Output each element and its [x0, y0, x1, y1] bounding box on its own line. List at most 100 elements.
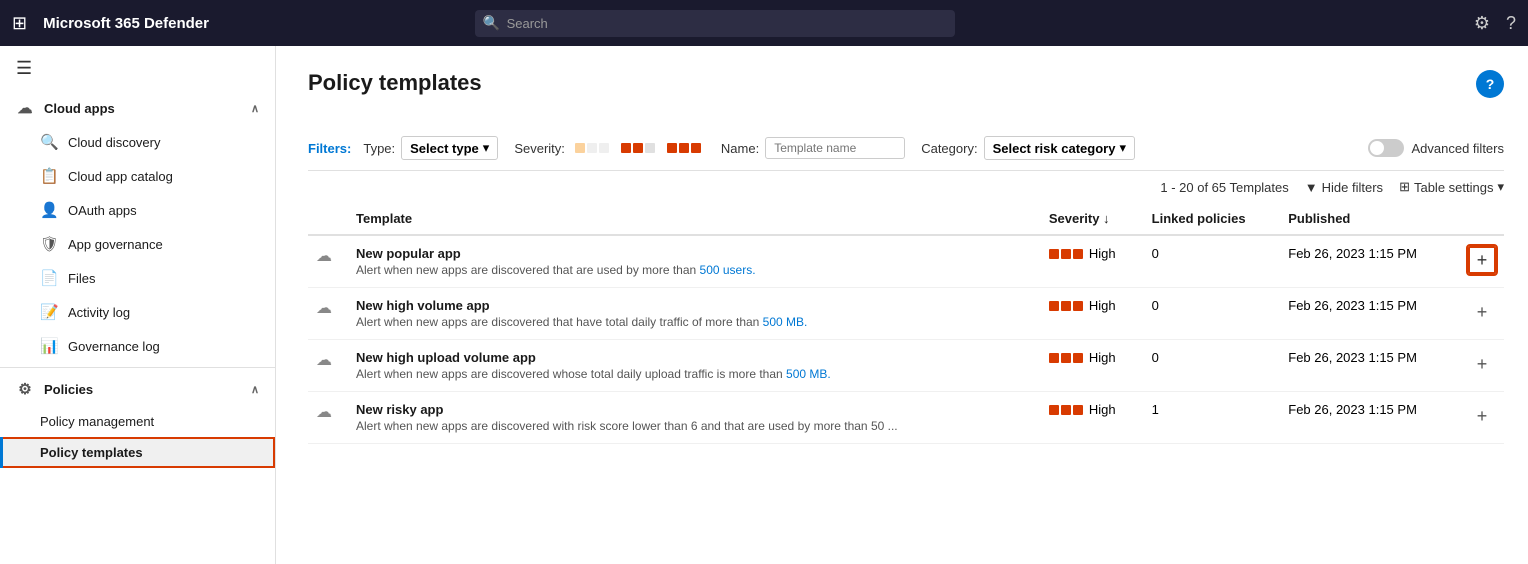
table-settings-button[interactable]: ⊞ Table settings ▾ — [1399, 179, 1504, 195]
category-filter-label: Category: — [921, 141, 977, 156]
row-published-cell: Feb 26, 2023 1:15 PM — [1280, 288, 1460, 340]
row-severity-text: High — [1089, 402, 1116, 417]
type-select-button[interactable]: Select type ▾ — [401, 136, 498, 160]
help-circle-icon[interactable]: ? — [1476, 70, 1504, 98]
severity-high-option[interactable] — [663, 141, 705, 155]
sidebar-item-cloud-app-catalog[interactable]: 📋 Cloud app catalog — [0, 159, 275, 193]
name-filter-group: Name: — [721, 137, 905, 159]
table-count: 1 - 20 of 65 Templates — [1160, 180, 1288, 195]
row-desc-link[interactable]: 500 MB. — [786, 367, 831, 381]
sidebar-item-oauth-apps-label: OAuth apps — [68, 203, 137, 218]
add-template-button[interactable]: + — [1468, 402, 1496, 430]
sev-bar-1 — [1049, 301, 1059, 311]
sidebar-item-policy-templates[interactable]: Policy templates — [0, 437, 275, 468]
top-navigation: ⊞ Microsoft 365 Defender 🔍 ⚙ ? — [0, 0, 1528, 46]
severity-filter-label: Severity: — [514, 141, 565, 156]
sidebar-section-cloud-apps[interactable]: ☁ Cloud apps ∧ — [0, 91, 275, 125]
help-button[interactable]: ? — [1506, 13, 1516, 34]
table-settings-icon: ⊞ — [1399, 179, 1410, 195]
files-icon: 📄 — [40, 269, 58, 287]
sidebar-item-policy-management[interactable]: Policy management — [0, 406, 275, 437]
col-published: Published — [1280, 203, 1460, 235]
filters-label: Filters: — [308, 141, 351, 156]
sev-bar-1 — [1049, 249, 1059, 259]
hide-filters-button[interactable]: ▼ Hide filters — [1305, 180, 1383, 195]
category-select-value: Select risk category — [993, 141, 1116, 156]
row-template-name: New popular app — [356, 246, 1033, 261]
row-linked-count: 1 — [1152, 402, 1159, 417]
row-template-desc: Alert when new apps are discovered with … — [356, 419, 1033, 433]
template-cloud-icon: ☁ — [316, 404, 332, 421]
sidebar-item-governance-log[interactable]: 📊 Governance log — [0, 329, 275, 363]
advanced-filters-switch[interactable] — [1368, 139, 1404, 157]
add-template-button[interactable]: + — [1468, 298, 1496, 326]
row-desc-text: Alert when new apps are discovered with … — [356, 419, 898, 433]
table-row: ☁New high volume appAlert when new apps … — [308, 288, 1504, 340]
advanced-filters-toggle[interactable]: Advanced filters — [1368, 139, 1505, 157]
name-filter-input[interactable] — [765, 137, 905, 159]
settings-button[interactable]: ⚙ — [1474, 13, 1490, 34]
row-icon-cell: ☁ — [308, 340, 348, 392]
table-header-row: Template Severity ↓ Linked policies Publ… — [308, 203, 1504, 235]
row-severity-cell: High — [1041, 392, 1144, 444]
search-bar: 🔍 — [475, 10, 955, 37]
row-icon-cell: ☁ — [308, 288, 348, 340]
row-published-cell: Feb 26, 2023 1:15 PM — [1280, 235, 1460, 288]
sidebar-item-app-governance-label: App governance — [68, 237, 163, 252]
page-title: Policy templates — [308, 70, 482, 96]
row-published-cell: Feb 26, 2023 1:15 PM — [1280, 340, 1460, 392]
sidebar-hamburger[interactable]: ☰ — [0, 46, 275, 91]
sidebar-item-app-governance[interactable]: 🛡 App governance — [0, 227, 275, 261]
row-template-desc: Alert when new apps are discovered whose… — [356, 367, 1033, 381]
topnav-right: ⚙ ? — [1474, 13, 1516, 34]
search-input[interactable] — [475, 10, 955, 37]
row-severity-bars — [1049, 405, 1083, 415]
row-icon-cell: ☁ — [308, 392, 348, 444]
template-cloud-icon: ☁ — [316, 300, 332, 317]
type-filter-group: Type: Select type ▾ — [363, 136, 498, 160]
sidebar: ☰ ☁ Cloud apps ∧ 🔍 Cloud discovery 📋 Clo… — [0, 46, 276, 564]
row-template-desc: Alert when new apps are discovered that … — [356, 315, 1033, 329]
sev-bar-2 — [1061, 249, 1071, 259]
col-icon — [308, 203, 348, 235]
cloud-app-catalog-icon: 📋 — [40, 167, 58, 185]
sidebar-item-files-label: Files — [68, 271, 95, 286]
sidebar-item-files[interactable]: 📄 Files — [0, 261, 275, 295]
search-icon: 🔍 — [483, 15, 500, 32]
row-published-date: Feb 26, 2023 1:15 PM — [1288, 402, 1417, 417]
sidebar-item-activity-log[interactable]: 📝 Activity log — [0, 295, 275, 329]
type-chevron-icon: ▾ — [483, 140, 490, 156]
sidebar-item-policy-templates-label: Policy templates — [40, 445, 143, 460]
sidebar-item-cloud-discovery-label: Cloud discovery — [68, 135, 161, 150]
row-linked-policies-cell: 1 — [1144, 392, 1281, 444]
row-desc-link[interactable]: 500 MB. — [763, 315, 808, 329]
app-governance-icon: 🛡 — [40, 235, 58, 253]
sidebar-item-cloud-discovery[interactable]: 🔍 Cloud discovery — [0, 125, 275, 159]
chevron-up-icon: ∧ — [251, 102, 259, 115]
add-template-button[interactable]: + — [1468, 246, 1496, 274]
row-desc-link[interactable]: 500 users. — [700, 263, 756, 277]
add-template-button[interactable]: + — [1468, 350, 1496, 378]
row-action-cell: + — [1460, 288, 1504, 340]
category-chevron-icon: ▾ — [1119, 140, 1126, 156]
sidebar-item-cloud-app-catalog-label: Cloud app catalog — [68, 169, 173, 184]
sidebar-section-policies[interactable]: ⚙ Policies ∧ — [0, 372, 275, 406]
severity-low-option[interactable] — [571, 141, 613, 155]
col-linked-policies: Linked policies — [1144, 203, 1281, 235]
advanced-filters-label: Advanced filters — [1412, 141, 1505, 156]
severity-medium-option[interactable] — [617, 141, 659, 155]
policies-icon: ⚙ — [16, 380, 34, 398]
sev-bar-3 — [1073, 405, 1083, 415]
row-linked-count: 0 — [1152, 246, 1159, 261]
table-settings-chevron-icon: ▾ — [1497, 179, 1504, 195]
waffle-icon[interactable]: ⊞ — [12, 13, 27, 34]
row-template-name: New risky app — [356, 402, 1033, 417]
col-severity[interactable]: Severity ↓ — [1041, 203, 1144, 235]
sidebar-item-oauth-apps[interactable]: 👤 OAuth apps — [0, 193, 275, 227]
row-desc-text: Alert when new apps are discovered that … — [356, 263, 700, 277]
category-filter-group: Category: Select risk category ▾ — [921, 136, 1135, 160]
category-select-button[interactable]: Select risk category ▾ — [984, 136, 1135, 160]
type-filter-label: Type: — [363, 141, 395, 156]
cloud-apps-icon: ☁ — [16, 99, 34, 117]
row-desc-text: Alert when new apps are discovered that … — [356, 315, 763, 329]
